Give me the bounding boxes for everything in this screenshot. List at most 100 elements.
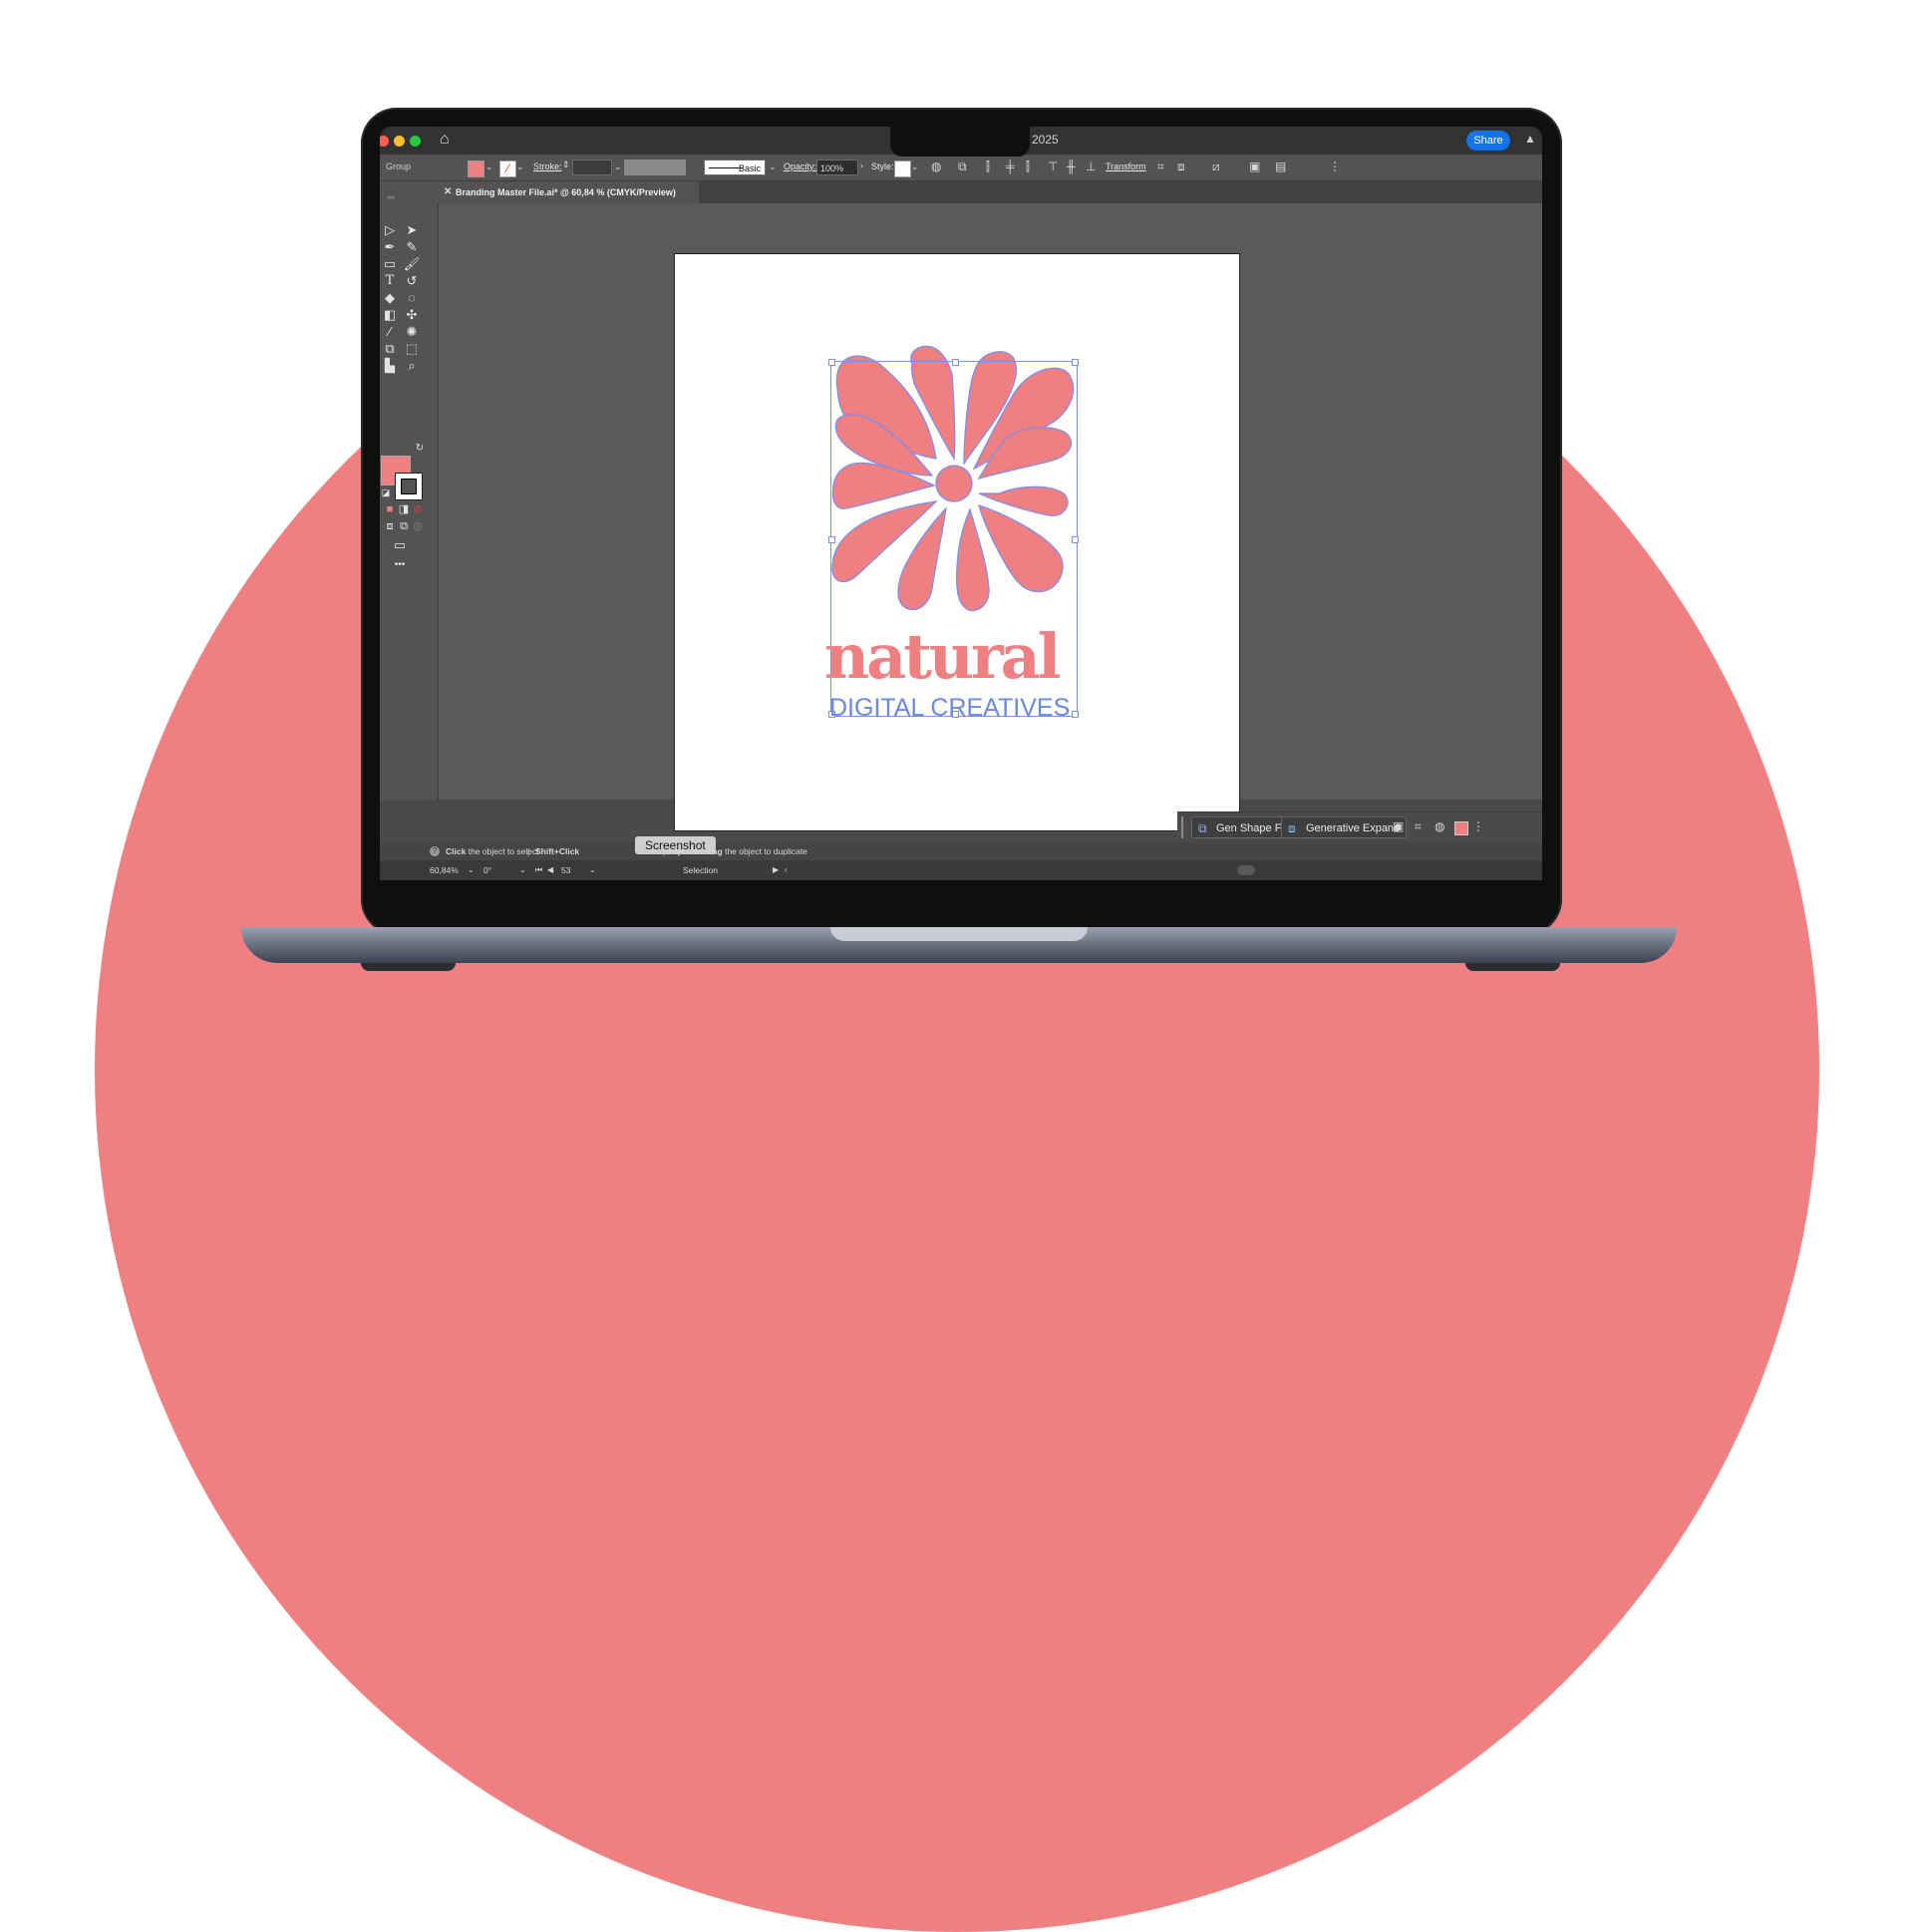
generative-expand-button[interactable]: ⧈ Generative Expand bbox=[1281, 816, 1408, 838]
recolor-task-icon[interactable]: ◍ bbox=[1435, 819, 1444, 833]
zoom-tool-icon[interactable]: ⌕ bbox=[402, 357, 422, 375]
close-window-button[interactable] bbox=[380, 136, 389, 147]
share-button[interactable]: Share bbox=[1466, 131, 1510, 151]
tab-branding-master-file[interactable]: ✕ Branding Master File.ai* @ 60,84 % (CM… bbox=[438, 181, 699, 203]
shape-builder-tool-icon[interactable]: ⧉ bbox=[380, 340, 400, 358]
graph-tool-icon[interactable]: ▙ bbox=[380, 357, 400, 375]
align-to-icon[interactable]: ⧉ bbox=[958, 160, 967, 174]
resize-handle-right[interactable] bbox=[1072, 536, 1079, 543]
resize-handle-top-right[interactable] bbox=[1072, 359, 1079, 366]
stroke-color-box[interactable] bbox=[395, 473, 423, 500]
resize-handle-left[interactable] bbox=[828, 536, 835, 543]
symbol-sprayer-tool-icon[interactable]: ✣ bbox=[402, 306, 422, 324]
help-icon[interactable]: ? bbox=[430, 846, 440, 856]
eyedropper-tool-icon[interactable]: ⁄ bbox=[380, 323, 400, 341]
scroll-left-icon[interactable]: ‹ bbox=[785, 860, 788, 880]
gradient-tool-icon[interactable]: ◧ bbox=[380, 306, 400, 324]
direct-selection-tool-icon[interactable]: ➤ bbox=[402, 221, 422, 239]
draw-inside-icon[interactable]: ◎ bbox=[408, 517, 428, 535]
minimize-window-button[interactable] bbox=[394, 136, 405, 147]
rotation-value[interactable]: 0° bbox=[483, 860, 491, 880]
pen-tool-icon[interactable]: ✒ bbox=[380, 238, 400, 256]
resize-handle-bottom-right[interactable] bbox=[1072, 711, 1079, 718]
style-dropdown-icon[interactable]: ⌄ bbox=[911, 161, 919, 172]
resize-handle-top-left[interactable] bbox=[828, 359, 835, 366]
default-colors-icon[interactable]: ◪ bbox=[380, 483, 392, 501]
logo-wordmark[interactable]: natural bbox=[824, 626, 1084, 688]
stroke-stepper-icon[interactable]: ⇕ bbox=[562, 160, 570, 170]
stroke-weight-dropdown-icon[interactable]: ⌄ bbox=[614, 161, 622, 172]
panel-menu-icon[interactable]: ⋮ bbox=[1329, 160, 1341, 173]
canvas-area[interactable]: natural DIGITAL CREATIVES bbox=[439, 203, 1542, 831]
document-tab-bar: ✕ Branding Master File.ai* @ 60,84 % (CM… bbox=[438, 181, 1542, 203]
align-top-icon[interactable]: ⊤ bbox=[1048, 160, 1058, 173]
edit-toolbar-icon[interactable]: ••• bbox=[390, 556, 410, 574]
isolate-task-icon[interactable]: ⌗ bbox=[1415, 819, 1422, 834]
fill-dropdown-icon[interactable]: ⌄ bbox=[485, 161, 493, 172]
selection-type-label: Group bbox=[386, 161, 412, 171]
paintbrush-tool-icon[interactable]: 🖌 bbox=[402, 255, 422, 273]
brush-dropdown-icon[interactable]: ⌄ bbox=[769, 161, 777, 172]
panel-grip-icon[interactable]: ═ bbox=[381, 189, 401, 207]
generative-expand-icon: ⧈ bbox=[1288, 821, 1296, 835]
first-artboard-icon[interactable]: ⏮ bbox=[535, 860, 542, 880]
rectangle-tool-icon[interactable]: ▭ bbox=[380, 255, 400, 273]
brush-definition-field[interactable]: Basic bbox=[704, 160, 766, 175]
gen-shape-fill-icon: ⧉ bbox=[1198, 821, 1207, 835]
bell-icon[interactable]: ▲ bbox=[1524, 132, 1536, 146]
swap-fill-stroke-icon[interactable]: ↻ bbox=[410, 440, 430, 458]
curvature-tool-icon[interactable]: ✎ bbox=[402, 238, 422, 256]
stroke-label[interactable]: Stroke: bbox=[533, 161, 562, 171]
logo-tagline[interactable]: DIGITAL CREATIVES bbox=[829, 694, 1070, 723]
previous-artboard-icon[interactable]: ◀ bbox=[547, 860, 553, 880]
image-trace-icon[interactable]: ▣ bbox=[1249, 160, 1260, 173]
status-menu-arrow-icon[interactable]: ▶ bbox=[773, 860, 779, 880]
variable-width-profile[interactable] bbox=[624, 160, 686, 175]
home-icon[interactable]: ⌂ bbox=[440, 131, 450, 149]
screen-mode-icon[interactable]: ▭ bbox=[390, 536, 410, 554]
zoom-dropdown-icon[interactable]: ⌄ bbox=[468, 860, 475, 880]
artboard-dropdown-icon[interactable]: ⌄ bbox=[589, 860, 596, 880]
rotation-dropdown-icon[interactable]: ⌄ bbox=[519, 860, 526, 880]
brush-stroke-preview bbox=[709, 167, 743, 168]
type-tool-icon[interactable]: T bbox=[380, 272, 400, 290]
envelope-distort-icon[interactable]: ⧄ bbox=[1212, 160, 1220, 174]
color-task-swatch[interactable] bbox=[1454, 821, 1468, 835]
align-horizontal-center-icon[interactable]: ╪ bbox=[1006, 160, 1015, 173]
artboard[interactable]: natural DIGITAL CREATIVES bbox=[674, 253, 1240, 831]
stroke-none-swatch[interactable]: ⁄ bbox=[499, 161, 516, 177]
graphic-style-swatch[interactable] bbox=[894, 161, 911, 177]
arrange-icon[interactable]: ⧈ bbox=[1177, 160, 1185, 174]
task-bar-grip[interactable] bbox=[1181, 816, 1183, 838]
zoom-level[interactable]: 60,84% bbox=[430, 860, 459, 880]
opacity-field[interactable]: 100% bbox=[816, 160, 858, 175]
artboard-number[interactable]: 53 bbox=[561, 860, 570, 880]
task-bar-more-icon[interactable]: ⋮ bbox=[1472, 819, 1484, 833]
eraser-tool-icon[interactable]: ◆ bbox=[380, 289, 400, 307]
lasso-tool-icon[interactable]: ◌ bbox=[402, 289, 422, 307]
none-mode-icon[interactable]: ⊘ bbox=[408, 500, 428, 518]
fill-color-swatch[interactable] bbox=[468, 161, 484, 177]
resize-handle-top[interactable] bbox=[952, 359, 959, 366]
align-left-icon[interactable]: ⫿ bbox=[986, 160, 990, 174]
opacity-arrow-icon[interactable]: › bbox=[860, 161, 863, 170]
selection-tool-icon[interactable]: ▷ bbox=[380, 221, 400, 239]
rotate-tool-icon[interactable]: ↺ bbox=[402, 272, 422, 290]
mockup-task-icon[interactable]: ▣ bbox=[1393, 819, 1404, 833]
align-vertical-center-icon[interactable]: ╫ bbox=[1067, 160, 1076, 173]
horizontal-scrollbar-thumb[interactable] bbox=[1237, 865, 1255, 875]
recolor-artwork-icon[interactable]: ◍ bbox=[931, 160, 941, 173]
opacity-label[interactable]: Opacity: bbox=[784, 161, 816, 171]
maximize-window-button[interactable] bbox=[410, 136, 421, 147]
stroke-weight-field[interactable] bbox=[572, 160, 612, 175]
artboard-tool-icon[interactable]: ⬚ bbox=[402, 340, 422, 358]
close-icon[interactable]: ✕ bbox=[444, 181, 452, 203]
isolate-group-icon[interactable]: ⌗ bbox=[1157, 160, 1164, 174]
align-bottom-icon[interactable]: ⊥ bbox=[1086, 160, 1096, 173]
puppet-warp-tool-icon[interactable]: ✺ bbox=[402, 323, 422, 341]
stroke-dropdown-icon[interactable]: ⌄ bbox=[516, 161, 524, 172]
control-bar: Group ⌄ ⁄ ⌄ Stroke: ⇕ ⌄ Basic ⌄ Opacity:… bbox=[380, 155, 1542, 181]
transform-link[interactable]: Transform bbox=[1106, 161, 1146, 171]
align-right-icon[interactable]: ⫿ bbox=[1026, 160, 1030, 174]
mockup-icon[interactable]: ▤ bbox=[1275, 160, 1286, 173]
